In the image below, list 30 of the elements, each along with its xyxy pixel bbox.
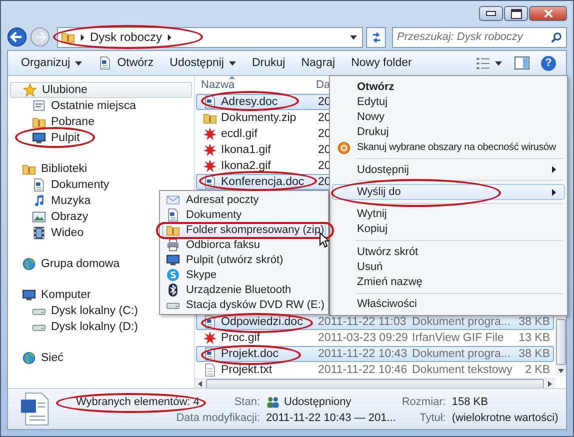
file-name: Ikona1.gif [221, 144, 271, 156]
file-type: Dokument tekstowy [412, 364, 512, 376]
file-name: Projekt.doc [221, 348, 279, 360]
property-label: Data modyfikacji: [176, 412, 260, 424]
file-size: 38 KB [518, 348, 550, 360]
file-type: Dokument progra... [412, 348, 510, 360]
file-name: Proc.gif [221, 332, 260, 344]
property-label: Stan: [234, 396, 260, 408]
file-name: Adresy.doc [221, 96, 278, 108]
file-date: 2011-03-23 09:29 [318, 332, 408, 344]
file-name: Ikona2.gif [221, 160, 271, 172]
file-size: 13 KB [518, 332, 550, 344]
property-value: 2011-11-22 10:43 — 201... [266, 412, 396, 424]
property-value: Udostępniony [284, 396, 352, 408]
file-date: 2011-11-22 10:46 [318, 364, 408, 376]
file-name: Dokumenty.zip [221, 112, 296, 124]
file-name: Projekt.txt [221, 364, 272, 376]
file-date: 2011-11-22 10:43 [318, 348, 408, 360]
file-size: 38 KB [518, 316, 550, 328]
file-type: IrfanView GIF File [412, 332, 504, 344]
file-type: Dokument progra... [412, 316, 510, 328]
file-size: 2 KB [525, 364, 550, 376]
file-name: Konferencja.doc [221, 176, 304, 188]
property-label: Tytuł: [420, 412, 446, 424]
file-date: 2011-11-22 11:03 [318, 316, 406, 328]
property-value: 158 KB [452, 396, 489, 408]
property-value: (wielokrotne wartości) [452, 412, 558, 424]
file-name: ecdl.gif [221, 128, 258, 140]
property-label: Rozmiar: [402, 396, 446, 408]
file-name: Odpowiedzi.doc [221, 316, 303, 328]
